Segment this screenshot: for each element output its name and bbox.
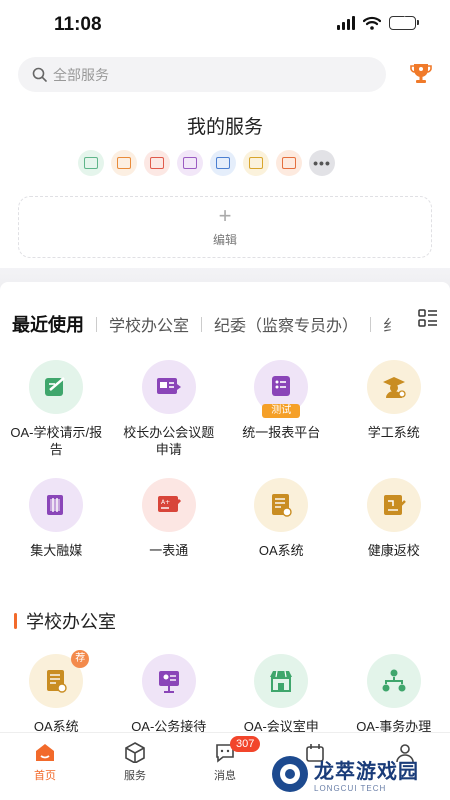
app-label: 集大融媒 [30, 543, 83, 558]
graduate-icon [366, 360, 421, 414]
app-label: OA-学校请示/报告 [10, 425, 103, 457]
app-item[interactable]: 校长办公会议题申请 [113, 360, 226, 458]
more-services-button[interactable]: ••• [309, 150, 335, 176]
app-item[interactable]: OA系统 [225, 478, 338, 559]
media-icon [29, 478, 84, 532]
report-list-icon: 测试 [254, 360, 309, 418]
app-label: 学工系统 [367, 425, 420, 440]
nav-item-chat[interactable]: 消息 307 [180, 733, 270, 800]
watermark-emblem [272, 756, 308, 792]
plus-icon: + [218, 203, 232, 228]
trophy-icon[interactable] [410, 62, 432, 86]
app-item[interactable]: 测试 统一报表平台 [225, 360, 338, 458]
battery-icon: ⚡ [389, 15, 419, 30]
id-card-icon[interactable] [210, 150, 236, 176]
nav-label: 服务 [124, 770, 146, 782]
unread-count-badge: 307 [230, 736, 261, 752]
app-item[interactable]: OA-公务接待 [113, 654, 226, 735]
tabs-fade [386, 304, 416, 344]
presentation-icon [141, 360, 196, 414]
section-accent-bar [14, 613, 17, 629]
status-bar: 11:08 ⚡ [0, 0, 450, 50]
app-item[interactable]: 荐 OA系统 [0, 650, 113, 735]
app-item[interactable]: 健康返校 [338, 478, 450, 559]
app-label: 统一报表平台 [242, 425, 321, 440]
nav-item-home[interactable]: 首页 [0, 733, 90, 800]
pen-doc-icon [29, 360, 84, 414]
search-bar[interactable] [18, 57, 386, 92]
edit-label: 编辑 [212, 233, 237, 247]
oa-doc-icon [254, 478, 309, 532]
app-item[interactable]: A+ 一表通 [113, 478, 226, 559]
file-icon[interactable] [243, 150, 269, 176]
my-services-icons: ••• [78, 150, 335, 176]
app-item[interactable]: 集大融媒 [0, 478, 113, 559]
reception-icon [141, 654, 196, 708]
workflow-icon [366, 654, 421, 708]
category-tabs: 最近使用学校办公室纪委（监察专员办）纟 [12, 304, 450, 344]
pen-doc-icon[interactable] [78, 150, 104, 176]
test-badge: 测试 [262, 404, 301, 418]
card-icon[interactable] [177, 150, 203, 176]
tab-separator [96, 316, 97, 332]
app-label: 校长办公会议题申请 [123, 425, 215, 457]
app-label: 健康返校 [367, 543, 420, 558]
app-item[interactable]: 学工系统 [338, 360, 450, 458]
home-icon [36, 744, 54, 761]
edit-services-button[interactable]: + 编辑 [18, 196, 432, 258]
tab-separator [201, 316, 203, 332]
search-input[interactable] [53, 66, 353, 83]
nav-item-cube[interactable]: 服务 [90, 733, 180, 800]
cube-icon [125, 742, 145, 763]
watermark-text: 龙萃游戏园 [314, 761, 419, 783]
tab-0[interactable]: 最近使用 [12, 311, 84, 337]
status-time: 11:08 [54, 14, 102, 35]
watermark-subtext: LONGCUI TECH [314, 784, 387, 793]
app-label: 一表通 [149, 543, 189, 558]
doc-icon[interactable] [111, 150, 137, 176]
status-icons: ⚡ [337, 15, 419, 30]
store-icon [254, 654, 309, 708]
nav-label: 消息 [214, 770, 236, 782]
watermark-logo: 龙萃游戏园 LONGCUI TECH [272, 752, 444, 796]
tab-separator [370, 316, 372, 332]
nav-label: 首页 [34, 770, 56, 782]
tab-1[interactable]: 学校办公室 [109, 312, 189, 336]
app-item[interactable]: OA-事务办理 [338, 654, 450, 735]
svg-text:A+: A+ [161, 499, 170, 506]
search-icon [32, 67, 47, 82]
app-label: OA系统 [258, 543, 304, 558]
tab-2[interactable]: 纪委（监察专员办） [214, 312, 358, 336]
section-header: 学校办公室 [14, 608, 116, 634]
app-item[interactable]: OA-会议室申 [225, 654, 338, 735]
store-icon[interactable] [276, 150, 302, 176]
recent-apps-grid: OA-学校请示/报告 校长办公会议题申请 测试 统一报表平台 学工系统 集大融媒 A+ 一表通… [0, 360, 450, 559]
cellular-signal-icon [337, 16, 355, 30]
category-menu-icon[interactable] [418, 308, 438, 328]
wifi-icon [363, 16, 381, 30]
health-doc-icon [366, 478, 421, 532]
section-divider [0, 268, 450, 290]
oa-doc-icon: 荐 [29, 650, 90, 708]
form-pen-icon: A+ [141, 478, 196, 532]
recommend-badge: 荐 [71, 650, 90, 668]
board-icon[interactable] [144, 150, 170, 176]
office-apps-grid: 荐 OA系统 OA-公务接待 OA-会议室申 OA-事务办理 [0, 650, 450, 735]
app-item[interactable]: OA-学校请示/报告 [0, 360, 113, 458]
section-title: 学校办公室 [26, 612, 116, 632]
my-services-title: 我的服务 [186, 117, 263, 138]
